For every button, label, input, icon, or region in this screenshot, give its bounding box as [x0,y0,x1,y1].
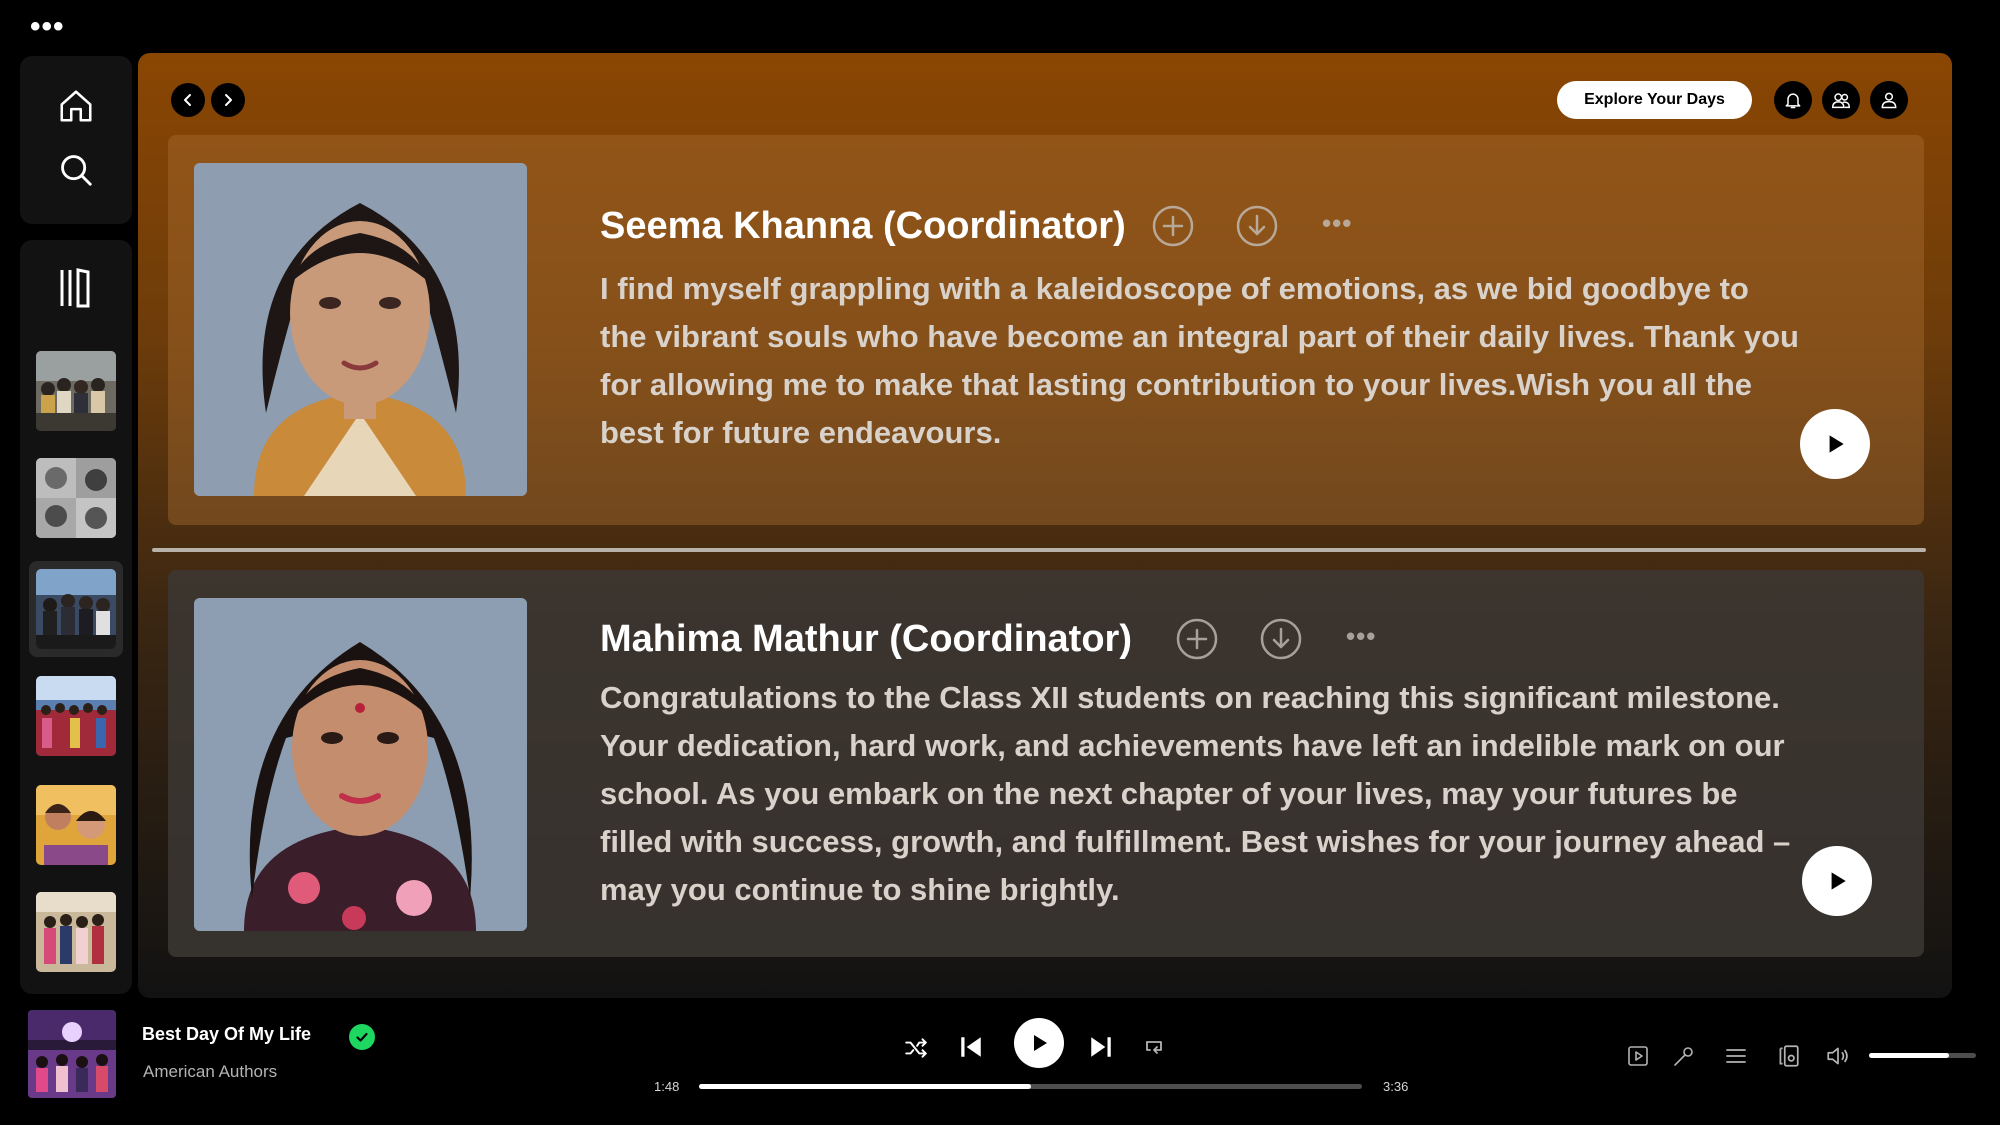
sidebar-library [20,240,132,994]
back-button[interactable] [171,83,205,117]
repeat-icon[interactable] [1138,1030,1170,1062]
play-pause-button[interactable] [1014,1018,1064,1068]
bell-icon[interactable] [1774,81,1812,119]
explore-button[interactable]: Explore Your Days [1557,81,1752,119]
previous-track-icon[interactable] [954,1030,988,1064]
card-divider [152,548,1926,552]
coordinator-message-1: I find myself grappling with a kaleidosc… [600,271,1799,450]
download-icon[interactable] [1236,205,1278,247]
elapsed-time: 1:48 [654,1079,680,1094]
progress-bar[interactable] [699,1084,1362,1089]
sidebar-nav [20,56,132,224]
play-message-button-1[interactable] [1800,409,1870,479]
message-card-2: Mahima Mathur (Coordinator) ••• Congratu… [168,570,1924,957]
main-content: Explore Your Days Seema Khanna (Coordina… [138,53,1952,998]
portrait-photo-1 [194,163,527,496]
playlist-thumb-selfie[interactable] [36,785,116,865]
volume-icon[interactable] [1822,1040,1854,1072]
coordinator-name-1: Seema Khanna (Coordinator) [600,205,1126,247]
coordinator-message-2: Congratulations to the Class XII student… [600,680,1791,907]
track-title[interactable]: Best Day Of My Life [142,1024,311,1045]
more-options-icon[interactable]: ••• [1322,205,1364,247]
playlist-thumb-group-photo-1[interactable] [36,351,116,431]
volume-slider[interactable] [1869,1053,1976,1058]
playlist-thumb-group-photo-3[interactable] [36,676,116,756]
now-playing-cover[interactable] [28,1010,116,1098]
search-icon[interactable] [56,150,96,190]
lyrics-icon[interactable] [1668,1040,1700,1072]
download-icon[interactable] [1260,618,1302,660]
track-artist[interactable]: American Authors [143,1062,277,1082]
next-track-icon[interactable] [1084,1030,1118,1064]
playlist-thumb-group-photo-2[interactable] [36,569,116,649]
saved-check-icon[interactable] [349,1024,375,1050]
coordinator-name-2: Mahima Mathur (Coordinator) [600,618,1132,660]
forward-button[interactable] [211,83,245,117]
playlist-thumb-group-photo-4[interactable] [36,892,116,972]
library-icon[interactable] [56,264,96,312]
playlist-thumb-collage-bw[interactable] [36,458,116,538]
more-options-icon[interactable]: ••• [1346,618,1388,660]
add-icon[interactable] [1176,618,1218,660]
connect-device-icon[interactable] [1772,1040,1804,1072]
total-duration: 3:36 [1383,1079,1409,1094]
progress-fill [699,1084,1031,1089]
play-message-button-2[interactable] [1802,846,1872,916]
add-icon[interactable] [1152,205,1194,247]
volume-fill [1869,1053,1950,1058]
queue-icon[interactable] [1720,1040,1752,1072]
message-card-1: Seema Khanna (Coordinator) ••• I find my… [168,135,1924,525]
window-menu-icon[interactable]: ••• [30,12,65,42]
home-icon[interactable] [56,86,96,126]
now-playing-view-icon[interactable] [1622,1040,1654,1072]
portrait-photo-2 [194,598,527,931]
user-icon[interactable] [1870,81,1908,119]
friends-icon[interactable] [1822,81,1860,119]
shuffle-icon[interactable] [900,1032,932,1064]
